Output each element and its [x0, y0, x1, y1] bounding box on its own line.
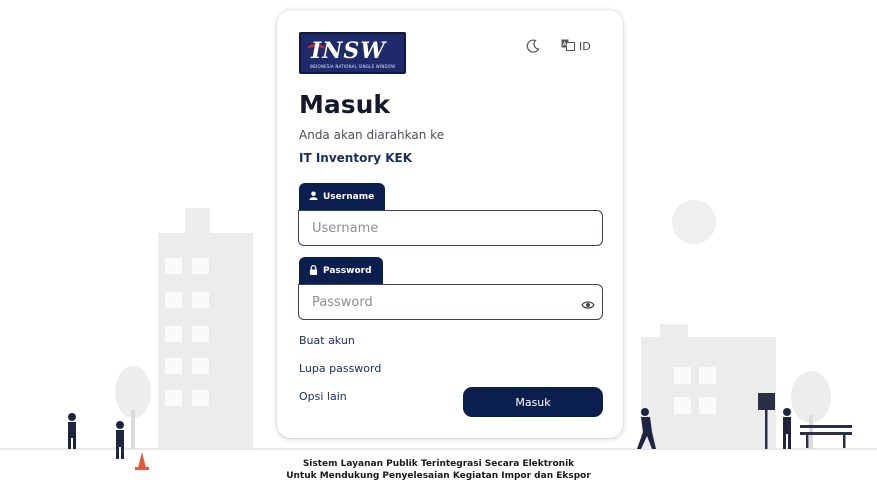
login-card: INSW INDONESIA NATIONAL SINGLE WINDOW A … — [277, 10, 623, 438]
password-label-tab: Password — [299, 257, 383, 285]
user-icon — [309, 191, 318, 203]
login-button[interactable]: Masuk — [463, 387, 603, 417]
logo-text: INSW — [311, 38, 386, 64]
insw-logo: INSW INDONESIA NATIONAL SINGLE WINDOW — [299, 32, 406, 74]
language-label: ID — [579, 39, 591, 53]
target-app-name: IT Inventory KEK — [299, 151, 413, 165]
page-title: Masuk — [299, 90, 391, 119]
lock-icon — [309, 264, 318, 278]
redirect-text: Anda akan diarahkan ke — [299, 128, 445, 142]
other-options-link[interactable]: Opsi lain — [299, 390, 347, 403]
eye-icon[interactable] — [581, 296, 595, 309]
language-selector[interactable]: A ID — [561, 38, 591, 54]
forgot-password-link[interactable]: Lupa password — [299, 362, 381, 375]
password-input[interactable] — [298, 284, 603, 320]
password-label: Password — [323, 266, 372, 276]
translate-icon: A — [561, 39, 575, 54]
footer-line-2: Untuk Mendukung Penyelesaian Kegiatan Im… — [286, 471, 591, 481]
footer-line-1: Sistem Layanan Publik Terintegrasi Secar… — [302, 459, 575, 469]
username-label-tab: Username — [299, 183, 385, 211]
username-input[interactable] — [298, 210, 603, 246]
username-label: Username — [323, 192, 375, 202]
logo-tagline: INDONESIA NATIONAL SINGLE WINDOW — [309, 64, 396, 69]
moon-icon[interactable] — [525, 38, 541, 54]
create-account-link[interactable]: Buat akun — [299, 334, 355, 347]
